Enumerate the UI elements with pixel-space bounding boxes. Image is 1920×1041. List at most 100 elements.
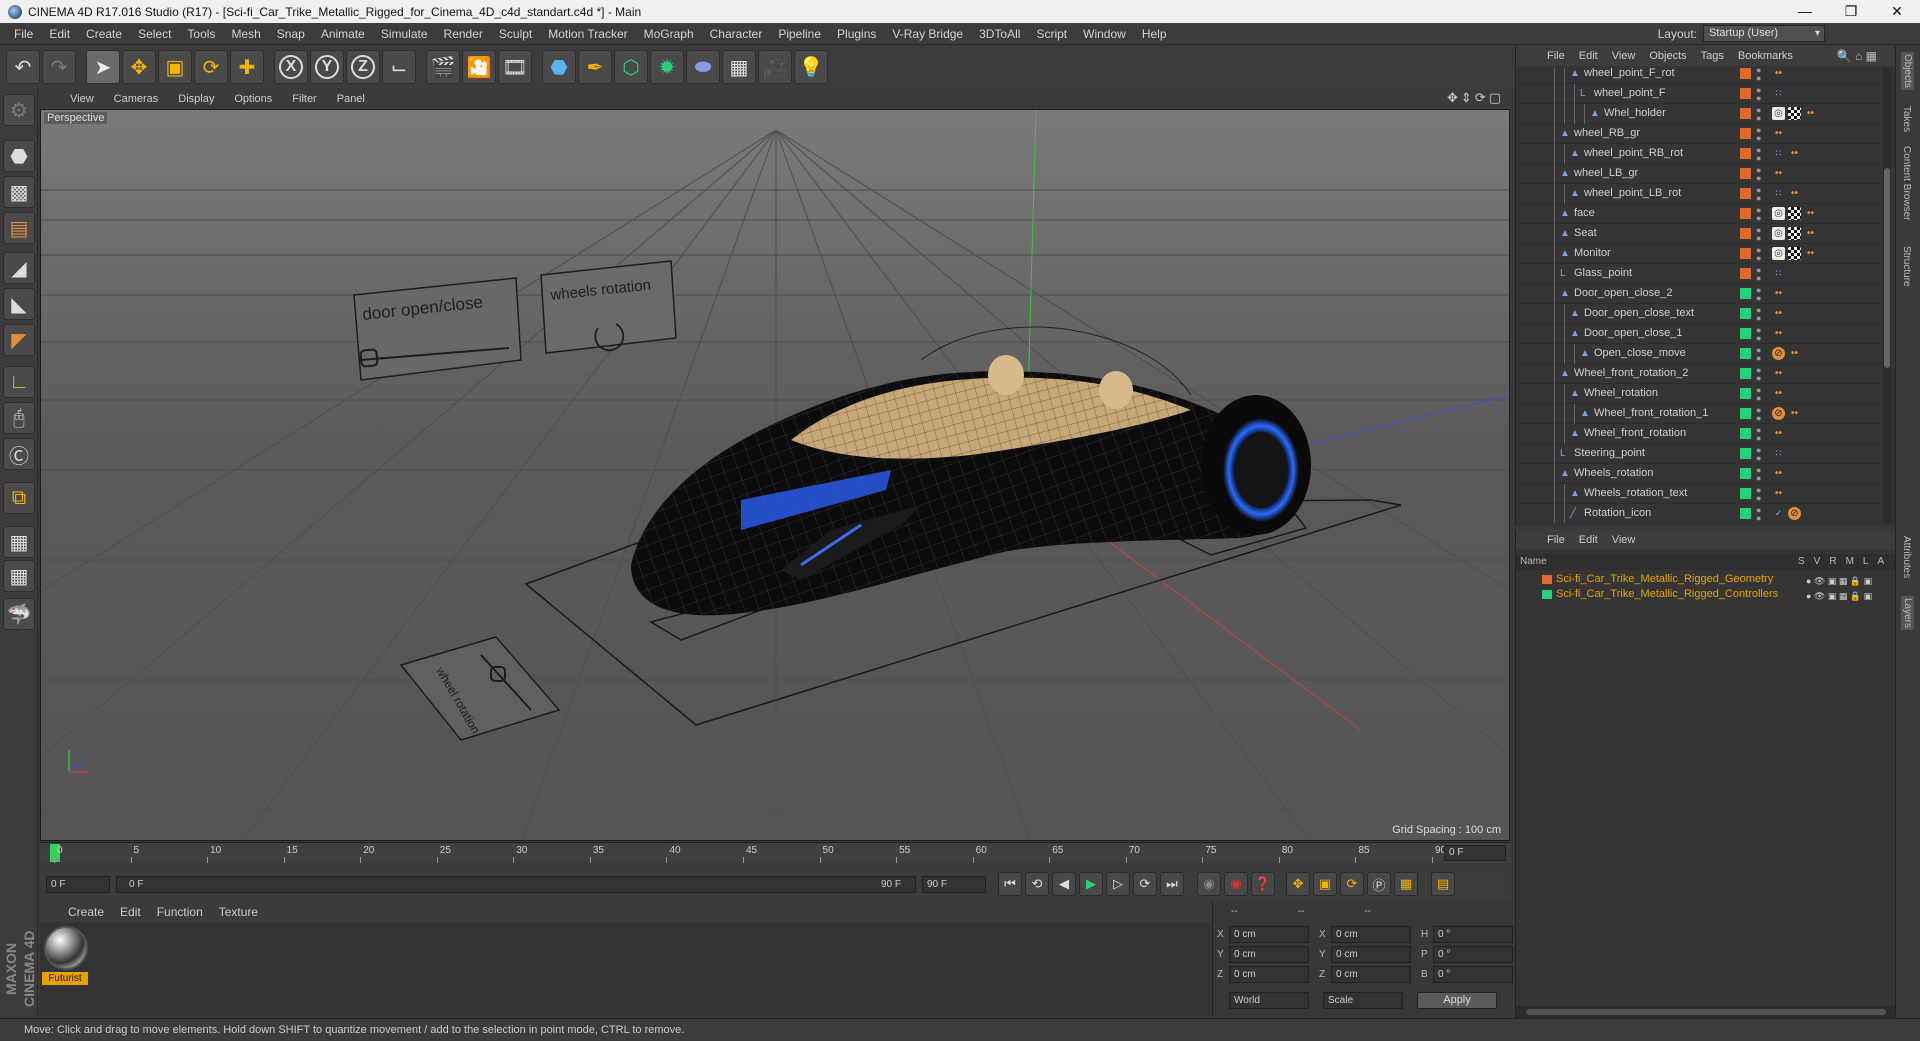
- visibility-dots[interactable]: ● ●: [1756, 68, 1762, 83]
- play-button[interactable]: ▶: [1079, 872, 1103, 896]
- apply-button[interactable]: Apply: [1417, 992, 1497, 1009]
- xpresso-null-tag-icon[interactable]: ••: [1804, 107, 1817, 120]
- object-name[interactable]: Wheel_front_rotation_2: [1574, 367, 1688, 379]
- menu-sculpt[interactable]: Sculpt: [491, 27, 540, 41]
- xpresso-tag-icon[interactable]: ∷: [1772, 267, 1785, 280]
- object-name[interactable]: wheel_LB_gr: [1574, 167, 1638, 179]
- redo-button[interactable]: ↷: [42, 50, 76, 84]
- object-row[interactable]: ▲ wheel_LB_gr ● ● ••: [1516, 164, 1884, 184]
- viewport-menu-panel[interactable]: Panel: [327, 93, 375, 105]
- object-name[interactable]: Steering_point: [1574, 447, 1645, 459]
- material-name-label[interactable]: Futurist: [42, 972, 88, 985]
- visibility-dots[interactable]: ● ●: [1756, 106, 1762, 123]
- xpresso-null-tag-icon[interactable]: ••: [1772, 387, 1785, 400]
- visibility-dots[interactable]: ● ●: [1756, 146, 1762, 163]
- viewport-menu-cameras[interactable]: Cameras: [104, 93, 169, 105]
- visibility-dots[interactable]: ● ●: [1756, 286, 1762, 303]
- menu-render[interactable]: Render: [436, 27, 491, 41]
- object-row[interactable]: ▲ Seat ● ● ◎ ••: [1516, 224, 1884, 244]
- layers-menu-view[interactable]: View: [1605, 534, 1643, 546]
- timeline-window-button[interactable]: ▤: [1431, 872, 1455, 896]
- object-layer-swatch[interactable]: [1740, 308, 1751, 319]
- menu-animate[interactable]: Animate: [313, 27, 373, 41]
- menu-character[interactable]: Character: [702, 27, 771, 41]
- position-z-field[interactable]: 0 cm: [1229, 966, 1309, 983]
- viewport-menu-options[interactable]: Options: [224, 93, 282, 105]
- objects-search-icon[interactable]: 🔍 ⌂ ▦: [1837, 49, 1877, 63]
- objects-menu-tags[interactable]: Tags: [1694, 50, 1731, 62]
- visibility-dots[interactable]: ● ●: [1756, 506, 1762, 523]
- xpresso-null-tag-icon[interactable]: ••: [1772, 487, 1785, 500]
- viewport-menu-filter[interactable]: Filter: [282, 93, 326, 105]
- add-cube-button[interactable]: ⬣: [542, 50, 576, 84]
- menu-script[interactable]: Script: [1028, 27, 1075, 41]
- layer-horizontal-scrollbar[interactable]: [1516, 1006, 1896, 1018]
- object-row[interactable]: ▲ Wheels_rotation_text ● ● ••: [1516, 484, 1884, 504]
- object-row[interactable]: ▲ Open_close_move ● ● ⊘ ••: [1516, 344, 1884, 364]
- objects-menu-file[interactable]: File: [1540, 50, 1572, 62]
- lock-workplane-button[interactable]: ▦: [3, 526, 35, 558]
- object-name[interactable]: wheel_point_LB_rot: [1584, 187, 1681, 199]
- xpresso-tag-icon[interactable]: ∷: [1772, 447, 1785, 460]
- close-button[interactable]: ✕: [1874, 0, 1920, 23]
- key-pla-button[interactable]: ▦: [1394, 872, 1418, 896]
- rotation-h-field[interactable]: 0 °: [1433, 926, 1513, 943]
- object-row[interactable]: ▲ wheel_point_RB_rot ● ● ∷ ••: [1516, 144, 1884, 164]
- object-layer-swatch[interactable]: [1740, 148, 1751, 159]
- material-menu-function[interactable]: Function: [149, 905, 211, 919]
- size-y-field[interactable]: 0 cm: [1331, 946, 1411, 963]
- menu-edit[interactable]: Edit: [41, 27, 78, 41]
- layers-menu-edit[interactable]: Edit: [1572, 534, 1605, 546]
- menu-3dtoall[interactable]: 3DToAll: [971, 27, 1028, 41]
- key-parameter-button[interactable]: Ⓟ: [1367, 872, 1391, 896]
- viewport-nav-icons[interactable]: ✥⇕⟳▢: [1447, 90, 1504, 106]
- object-layer-swatch[interactable]: [1740, 428, 1751, 439]
- polygons-mode-button[interactable]: ◤: [3, 324, 35, 356]
- object-name[interactable]: Wheels_rotation_text: [1584, 487, 1687, 499]
- object-layer-swatch[interactable]: [1740, 108, 1751, 119]
- live-selection-button[interactable]: ➤: [86, 50, 120, 84]
- coord-mode-select[interactable]: World: [1229, 992, 1309, 1009]
- xpresso-null-tag-icon[interactable]: ••: [1788, 147, 1801, 160]
- add-deformer-button[interactable]: ⬬: [686, 50, 720, 84]
- render-view-button[interactable]: 🎬: [426, 50, 460, 84]
- rotation-p-field[interactable]: 0 °: [1433, 946, 1513, 963]
- object-name[interactable]: wheel_point_F: [1594, 87, 1666, 99]
- texture-tag-icon[interactable]: ◎: [1772, 107, 1785, 120]
- object-tree-scrollbar[interactable]: [1883, 68, 1891, 523]
- object-layer-swatch[interactable]: [1740, 448, 1751, 459]
- object-layer-swatch[interactable]: [1740, 248, 1751, 259]
- visibility-dots[interactable]: ● ●: [1756, 426, 1762, 443]
- previous-frame-button[interactable]: ◀: [1052, 872, 1076, 896]
- visibility-dots[interactable]: ● ●: [1756, 186, 1762, 203]
- xpresso-null-tag-icon[interactable]: ••: [1772, 167, 1785, 180]
- object-name[interactable]: wheel_point_RB_rot: [1584, 147, 1683, 159]
- move-tool-button[interactable]: ✥: [122, 50, 156, 84]
- key-scale-button[interactable]: ▣: [1313, 872, 1337, 896]
- layer-toggle-icons[interactable]: ● 👁 ▣ ▦ 🔒 ▣: [1806, 589, 1872, 604]
- menu-mograph[interactable]: MoGraph: [636, 27, 702, 41]
- xpresso-null-tag-icon[interactable]: ••: [1772, 327, 1785, 340]
- python-button[interactable]: 🦈: [3, 598, 35, 630]
- perspective-viewport[interactable]: door open/close wheels rotation wheel ro…: [40, 109, 1510, 841]
- recent-tools-button[interactable]: ✚: [230, 50, 264, 84]
- object-layer-swatch[interactable]: [1740, 508, 1751, 519]
- xpresso-null-tag-icon[interactable]: ••: [1772, 467, 1785, 480]
- layer-row-controllers[interactable]: Sci-fi_Car_Trike_Metallic_Rigged_Control…: [1516, 587, 1896, 602]
- rotate-tool-button[interactable]: ⟳: [194, 50, 228, 84]
- protection-tag-icon[interactable]: ⊘: [1772, 347, 1785, 360]
- xpresso-null-tag-icon[interactable]: ••: [1772, 127, 1785, 140]
- object-row[interactable]: ▲ Whel_holder ● ● ◎ ••: [1516, 104, 1884, 124]
- add-subdivision-button[interactable]: ⬡: [614, 50, 648, 84]
- xpresso-tag-icon[interactable]: ∷: [1772, 187, 1785, 200]
- xpresso-null-tag-icon[interactable]: ••: [1788, 187, 1801, 200]
- rotation-b-field[interactable]: 0 °: [1433, 966, 1513, 983]
- protection-tag-icon[interactable]: ⊘: [1772, 407, 1785, 420]
- visibility-dots[interactable]: ● ●: [1756, 486, 1762, 503]
- visibility-dots[interactable]: ● ●: [1756, 246, 1762, 263]
- snap-button[interactable]: ⧉: [3, 482, 35, 514]
- object-layer-swatch[interactable]: [1740, 368, 1751, 379]
- object-row[interactable]: Lwheel_point_F ● ● ∷: [1516, 84, 1884, 104]
- checker-tag-icon[interactable]: [1788, 107, 1801, 120]
- xpresso-null-tag-icon[interactable]: ••: [1804, 247, 1817, 260]
